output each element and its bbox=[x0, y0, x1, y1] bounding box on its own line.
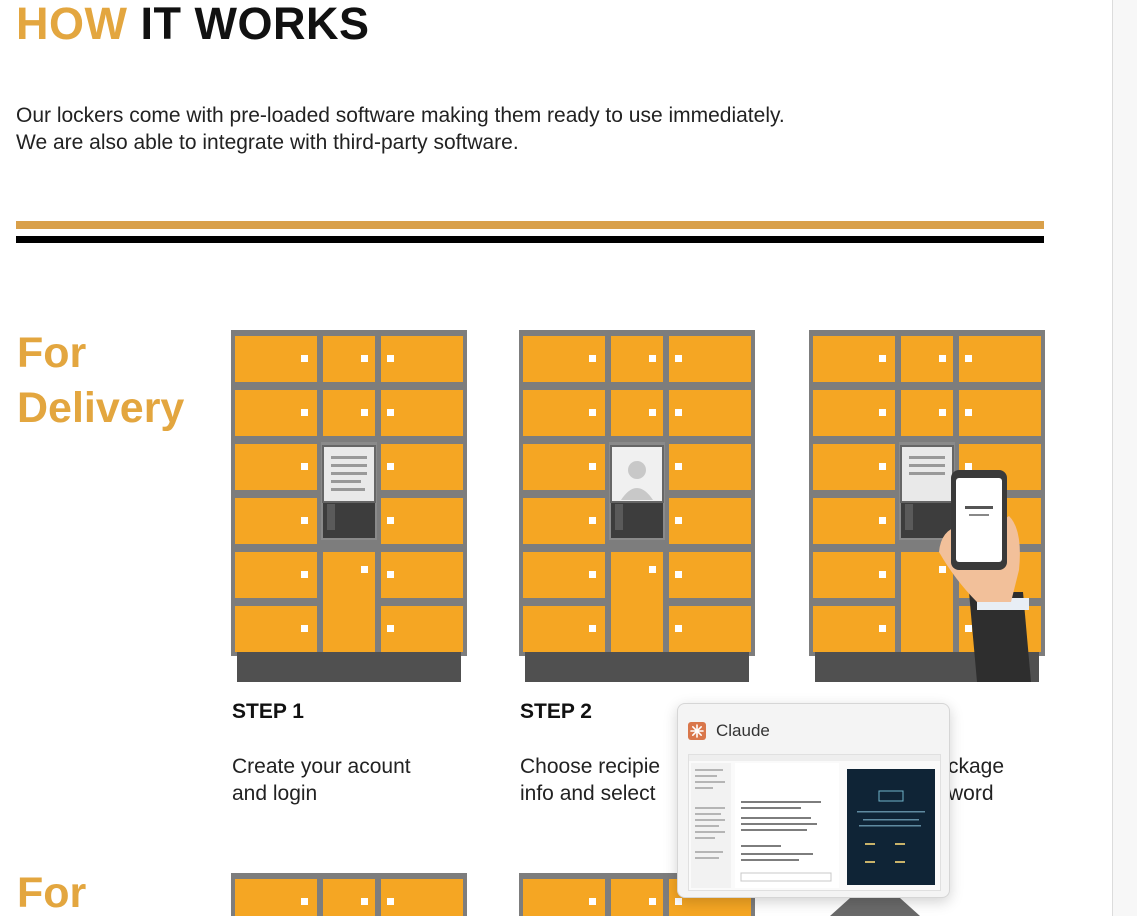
vertical-scrollbar[interactable] bbox=[1112, 0, 1137, 916]
title-highlight: HOW bbox=[16, 0, 128, 49]
title-rest: IT WORKS bbox=[140, 0, 370, 49]
page-title: HOW IT WORKS bbox=[16, 0, 369, 50]
screen-list-illustration bbox=[322, 445, 376, 503]
locker-illustration-step-1 bbox=[231, 330, 467, 682]
locker-illustration-step-2 bbox=[519, 330, 755, 682]
section-label-delivery: For Delivery bbox=[17, 326, 184, 436]
intro-text: Our lockers come with pre-loaded softwar… bbox=[16, 102, 785, 156]
screen-list-illustration bbox=[900, 445, 954, 503]
section-label-line-1: For bbox=[17, 329, 87, 377]
locker-illustration-step-3 bbox=[809, 330, 1045, 682]
step-2-title: STEP 2 bbox=[520, 700, 592, 723]
black-divider bbox=[16, 236, 1044, 243]
claude-window-preview[interactable]: Claude bbox=[677, 703, 950, 898]
section-label-line-2: Delivery bbox=[17, 384, 185, 432]
claude-preview-title: Claude bbox=[716, 721, 770, 740]
intro-line-2: We are also able to integrate with third… bbox=[16, 131, 519, 154]
step-3-description: ckage word bbox=[948, 753, 1028, 807]
step-3-desc-line-1: ckage bbox=[948, 755, 1005, 778]
step-3-desc-line-2: word bbox=[948, 782, 994, 805]
gold-divider bbox=[16, 221, 1044, 229]
section-label-next: For bbox=[17, 866, 86, 916]
claude-preview-header: Claude bbox=[688, 720, 770, 742]
step-1-title: STEP 1 bbox=[232, 700, 304, 723]
locker-illustration-next-3-base bbox=[830, 898, 920, 916]
claude-window-thumbnail[interactable] bbox=[688, 754, 941, 891]
step-1-desc-line-1: Create your acount bbox=[232, 755, 411, 778]
thumbnail-image bbox=[689, 755, 940, 890]
intro-line-1: Our lockers come with pre-loaded softwar… bbox=[16, 104, 785, 127]
step-1-desc-line-2: and login bbox=[232, 782, 318, 805]
locker-illustration-next-1 bbox=[231, 873, 467, 916]
screen-person-illustration bbox=[610, 445, 664, 503]
step-1-description: Create your acount and login bbox=[232, 753, 482, 807]
section-label-next-line-1: For bbox=[17, 869, 87, 916]
claude-logo-icon bbox=[688, 722, 706, 740]
document-page: HOW IT WORKS Our lockers come with pre-l… bbox=[0, 0, 1112, 916]
